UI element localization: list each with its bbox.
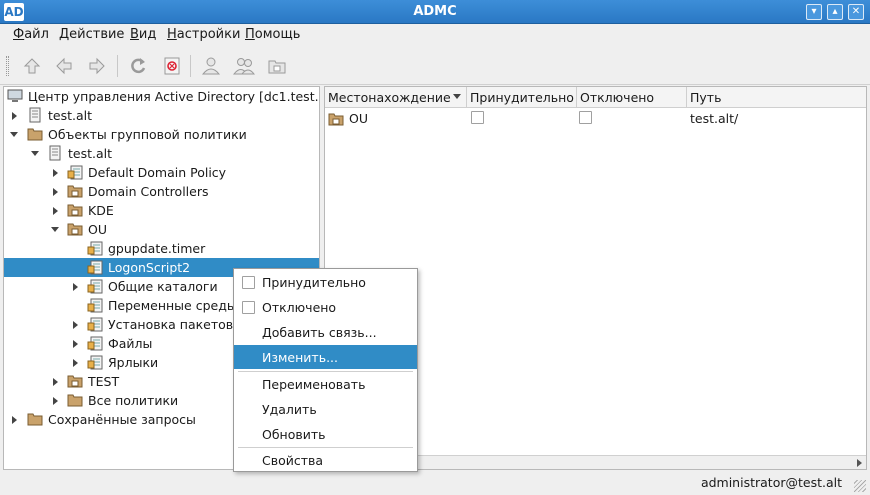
- disabled-checkbox[interactable]: [579, 111, 592, 124]
- chevron-down-icon[interactable]: [10, 132, 18, 137]
- toolbar: [0, 47, 870, 85]
- tree-item-gpupdate-timer[interactable]: gpupdate.timer: [4, 239, 319, 258]
- stop-icon[interactable]: [159, 53, 185, 79]
- chevron-down-icon[interactable]: [51, 227, 59, 232]
- policy-icon: [87, 297, 103, 313]
- toolbar-grip: [6, 56, 9, 76]
- sort-down-icon: [453, 94, 461, 99]
- policy-icon: [87, 278, 103, 294]
- up-icon[interactable]: [19, 53, 45, 79]
- enforced-checkbox[interactable]: [471, 111, 484, 124]
- ou-folder-icon: [67, 373, 83, 389]
- ou-folder-icon: [67, 183, 83, 199]
- close-icon[interactable]: ✕: [848, 4, 864, 20]
- menu-action[interactable]: Действие: [59, 27, 124, 42]
- menu-item-add-link[interactable]: Добавить связь...: [234, 320, 417, 344]
- domain-icon: [47, 145, 63, 161]
- toolbar-separator: [190, 55, 191, 77]
- tree-item-gpo-folder[interactable]: Объекты групповой политики: [4, 125, 319, 144]
- chevron-right-icon[interactable]: [73, 283, 78, 291]
- window-title: ADMC: [413, 4, 457, 19]
- folder-icon: [67, 392, 83, 408]
- resize-grip-icon[interactable]: [854, 480, 866, 492]
- chevron-right-icon[interactable]: [12, 416, 17, 424]
- forward-icon[interactable]: [84, 53, 110, 79]
- chevron-down-icon[interactable]: [31, 151, 39, 156]
- chevron-right-icon[interactable]: [73, 321, 78, 329]
- disabled-menu-checkbox[interactable]: [242, 301, 255, 314]
- minimize-icon[interactable]: ▾: [806, 4, 822, 20]
- menu-item-refresh[interactable]: Обновить: [234, 422, 417, 446]
- group-icon[interactable]: [231, 53, 257, 79]
- back-icon[interactable]: [51, 53, 77, 79]
- menu-item-enforced[interactable]: Принудительно: [234, 270, 417, 294]
- computer-icon: [7, 88, 23, 104]
- scroll-right-icon[interactable]: [857, 459, 862, 467]
- column-header-path[interactable]: Путь: [687, 87, 866, 108]
- column-header-disabled[interactable]: Отключено: [577, 87, 687, 108]
- tree-item-domain-controllers[interactable]: Domain Controllers: [4, 182, 319, 201]
- policy-icon: [87, 240, 103, 256]
- policy-icon: [87, 259, 103, 275]
- chevron-right-icon[interactable]: [53, 169, 58, 177]
- menu-help[interactable]: Помощь: [245, 27, 300, 42]
- menu-item-rename[interactable]: Переименовать: [234, 372, 417, 396]
- menu-item-disabled[interactable]: Отключено: [234, 295, 417, 319]
- refresh-icon[interactable]: [125, 53, 151, 79]
- chevron-right-icon[interactable]: [53, 207, 58, 215]
- tree-item-default-domain-policy[interactable]: Default Domain Policy: [4, 163, 319, 182]
- chevron-right-icon[interactable]: [73, 340, 78, 348]
- context-menu: Принудительно Отключено Добавить связь..…: [233, 268, 418, 472]
- cell-location: OU: [349, 111, 368, 126]
- menu-item-edit[interactable]: Изменить...: [234, 345, 417, 369]
- cell-path: test.alt/: [690, 111, 739, 126]
- tree-item-kde[interactable]: KDE: [4, 201, 319, 220]
- menu-bar: Файл Действие Вид Настройки Помощь: [0, 25, 870, 46]
- column-header-enforced[interactable]: Принудительно: [467, 87, 577, 108]
- menu-item-properties[interactable]: Свойства: [234, 448, 417, 472]
- chevron-right-icon[interactable]: [73, 359, 78, 367]
- menu-file[interactable]: Файл: [13, 27, 49, 42]
- chevron-right-icon[interactable]: [12, 112, 17, 120]
- domain-icon: [27, 107, 43, 123]
- policy-icon: [87, 335, 103, 351]
- folder-icon: [27, 126, 43, 142]
- policy-icon: [67, 164, 83, 180]
- ou-folder-icon: [67, 202, 83, 218]
- tree-item-domain-gpo[interactable]: test.alt: [4, 144, 319, 163]
- ou-icon[interactable]: [264, 53, 290, 79]
- chevron-right-icon[interactable]: [53, 378, 58, 386]
- menu-item-delete[interactable]: Удалить: [234, 397, 417, 421]
- title-bar: AD ADMC ▾ ▴ ✕: [0, 0, 870, 24]
- toolbar-separator: [117, 55, 118, 77]
- menu-settings[interactable]: Настройки: [167, 27, 240, 42]
- tree-item-ou[interactable]: OU: [4, 220, 319, 239]
- folder-icon: [27, 411, 43, 427]
- column-header-location[interactable]: Местонахождение: [325, 87, 467, 108]
- maximize-icon[interactable]: ▴: [827, 4, 843, 20]
- enforced-menu-checkbox[interactable]: [242, 276, 255, 289]
- chevron-right-icon[interactable]: [53, 397, 58, 405]
- policy-icon: [87, 316, 103, 332]
- tree-item-domain[interactable]: test.alt: [4, 106, 319, 125]
- ou-folder-icon: [67, 221, 83, 237]
- user-icon[interactable]: [198, 53, 224, 79]
- menu-view[interactable]: Вид: [130, 27, 156, 42]
- tree-root[interactable]: Центр управления Active Directory [dc1.t…: [4, 87, 319, 106]
- policy-icon: [87, 354, 103, 370]
- ou-folder-icon: [328, 111, 344, 127]
- status-user: administrator@test.alt: [700, 475, 842, 490]
- status-bar: administrator@test.alt: [0, 471, 870, 495]
- chevron-right-icon[interactable]: [53, 188, 58, 196]
